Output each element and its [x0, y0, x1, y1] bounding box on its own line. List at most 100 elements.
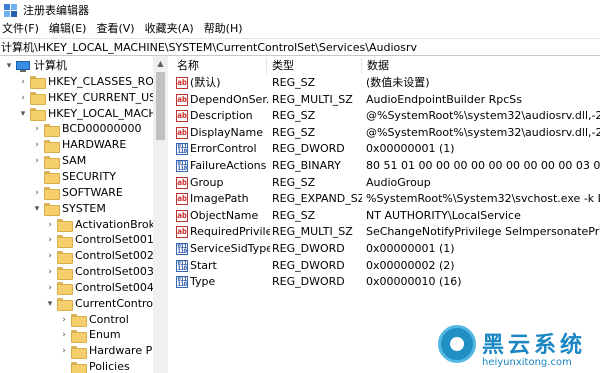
chevron-right-icon[interactable]: › — [32, 153, 42, 169]
watermark-title: 黑云系统 — [482, 333, 587, 358]
chevron-down-icon[interactable]: ▾ — [45, 296, 55, 312]
tree-item-label: HKEY_CLASSES_ROOT — [48, 74, 168, 88]
tree-item[interactable]: › ControlSet001 — [45, 232, 154, 248]
address-path: 计算机\HKEY_LOCAL_MACHINE\SYSTEM\CurrentCon… — [1, 41, 418, 54]
chevron-right-icon[interactable]: › — [59, 343, 69, 359]
value-type: REG_MULTI_SZ — [272, 225, 353, 239]
value-row[interactable]: ab (默认) REG_SZ (数值未设置) — [171, 75, 600, 91]
value-data: @%SystemRoot%\system32\audiosrv.dll,-201 — [366, 109, 600, 123]
tree-item-label: HKEY_CURRENT_USER — [48, 90, 168, 104]
string-value-icon: ab — [176, 176, 188, 189]
tree-item[interactable]: ▾ CurrentControlSet — [45, 296, 167, 312]
value-name: ImagePath — [190, 192, 249, 206]
value-name: Type — [190, 275, 216, 289]
chevron-right-icon[interactable]: › — [45, 232, 55, 248]
column-header-type[interactable]: 类型 — [272, 58, 294, 74]
value-row[interactable]: ab DisplayName REG_SZ @%SystemRoot%\system3… — [171, 125, 600, 141]
tree-item[interactable]: ▾ 计算机 — [4, 58, 67, 74]
value-row[interactable]: 011 110 ServiceSidType REG_DWORD 0x00000001 … — [171, 241, 600, 257]
chevron-right-icon[interactable]: › — [18, 74, 28, 90]
binary-value-icon: 011 110 — [176, 243, 188, 255]
computer-icon — [16, 60, 30, 72]
value-row[interactable]: abRequiredPrivile...REG_MULTI_SZ SeChange… — [171, 224, 600, 240]
column-header-data[interactable]: 数据 — [367, 58, 389, 74]
value-name: Group — [190, 175, 224, 189]
chevron-right-icon[interactable]: › — [32, 137, 42, 153]
folder-icon — [71, 329, 87, 343]
chevron-right-icon[interactable]: › — [45, 248, 55, 264]
value-row[interactable]: 011 110 Type REG_DWORD 0x00000010 (16) — [171, 274, 600, 290]
menu-file[interactable]: 文件(F) — [0, 20, 44, 38]
tree-item[interactable]: ▾ SYSTEM — [32, 201, 106, 217]
chevron-right-icon[interactable]: › — [45, 264, 55, 280]
value-row[interactable]: ab DependOnSer... REG_MULTI_SZ AudioEndpoin… — [171, 92, 600, 108]
menu-edit[interactable]: 编辑(E) — [44, 20, 92, 38]
value-row[interactable]: 011 110 Start REG_DWORD 0x00000002 (2) — [171, 258, 600, 274]
tree-item[interactable]: SECURITY — [32, 169, 116, 185]
tree-item[interactable]: › HKEY_CURRENT_USER — [18, 90, 168, 106]
value-name: ObjectName — [190, 208, 259, 222]
scroll-up-icon[interactable]: ▲ — [153, 56, 168, 71]
tree-item[interactable]: › BCD00000000 — [32, 121, 142, 137]
chevron-down-icon[interactable]: ▾ — [18, 106, 28, 122]
string-value-icon: ab — [176, 110, 188, 123]
value-data: 0x00000001 (1) — [366, 142, 455, 156]
value-type: REG_SZ — [272, 76, 316, 89]
tree-item-label: ControlSet002 — [75, 249, 154, 263]
column-divider[interactable] — [361, 58, 362, 74]
tree-item[interactable]: › Enum — [59, 327, 121, 343]
menu-view[interactable]: 查看(V) — [91, 20, 139, 38]
value-name: Start — [190, 258, 217, 272]
value-row[interactable]: 011 110 FailureActions REG_BINARY 80 51 01 0… — [171, 158, 600, 174]
chevron-right-icon[interactable]: › — [32, 185, 42, 201]
chevron-right-icon[interactable]: › — [18, 90, 28, 106]
tree-item[interactable]: › ControlSet002 — [45, 248, 154, 264]
value-row[interactable]: ab Group REG_SZ AudioGroup — [171, 175, 600, 191]
folder-icon — [57, 266, 73, 280]
chevron-right-icon[interactable]: › — [32, 121, 42, 137]
tree-item[interactable]: › ControlSet003 — [45, 264, 154, 280]
tree-scrollbar[interactable]: ▲ — [153, 56, 168, 373]
tree-item-label: ControlSet004 — [75, 280, 154, 294]
tree-item[interactable]: › Hardware Profil — [59, 343, 167, 359]
chevron-down-icon[interactable]: ▾ — [32, 201, 42, 217]
tree-item[interactable]: › HARDWARE — [32, 137, 126, 153]
address-bar[interactable]: 计算机\HKEY_LOCAL_MACHINE\SYSTEM\CurrentCon… — [0, 38, 600, 56]
folder-icon — [57, 250, 73, 264]
column-divider[interactable] — [266, 58, 267, 74]
value-row[interactable]: 011 110 ErrorControl REG_DWORD 0x00000001 (1… — [171, 141, 600, 157]
tree-item[interactable]: › ControlSet004 — [45, 280, 154, 296]
tree-item[interactable]: › Control — [59, 312, 129, 328]
tree-item[interactable]: › HKEY_CLASSES_ROOT — [18, 74, 168, 90]
tree-item-label: Control — [89, 312, 129, 326]
value-row[interactable]: ab Description REG_SZ @%SystemRoot%\system3… — [171, 108, 600, 124]
chevron-down-icon[interactable]: ▾ — [4, 58, 14, 74]
string-value-icon: ab — [176, 77, 188, 89]
tree-item-label: ControlSet003 — [75, 265, 154, 279]
value-row[interactable]: ab ImagePath REG_EXPAND_SZ %SystemRoot%\Sys… — [171, 191, 600, 207]
value-type: REG_DWORD — [272, 142, 345, 156]
column-header-name[interactable]: 名称 — [177, 58, 199, 74]
menu-favorites[interactable]: 收藏夹(A) — [140, 20, 199, 38]
window-title: 注册表编辑器 — [23, 4, 89, 17]
value-data: 0x00000001 (1) — [366, 242, 455, 255]
chevron-right-icon[interactable]: › — [59, 327, 69, 343]
tree-item[interactable]: ▾ HKEY_LOCAL_MACHINE — [18, 106, 167, 122]
value-row[interactable]: ab ObjectName REG_SZ NT AUTHORITY\LocalServ… — [171, 208, 600, 224]
tree-item[interactable]: › SAM — [32, 153, 86, 169]
chevron-right-icon[interactable]: › — [59, 312, 69, 328]
chevron-right-icon[interactable]: › — [45, 217, 55, 233]
scroll-thumb[interactable] — [156, 72, 165, 140]
folder-icon — [57, 282, 73, 296]
value-data: SeChangeNotifyPrivilege SeImpersonatePri… — [366, 225, 600, 239]
tree-item-label: Enum — [89, 328, 121, 342]
menu-help[interactable]: 帮助(H) — [199, 20, 248, 38]
tree-item[interactable]: Policies — [59, 359, 130, 373]
folder-icon — [57, 234, 73, 248]
tree-item-label: 计算机 — [34, 59, 67, 72]
tree-item[interactable]: › SOFTWARE — [32, 185, 123, 201]
tree-item[interactable]: › ActivationBroker — [45, 217, 166, 233]
value-data: NT AUTHORITY\LocalService — [366, 208, 521, 222]
registry-tree[interactable]: ▾ 计算机 › HKEY_CLASSES_ROOT › HKEY_CURRENT_USER… — [0, 56, 168, 373]
chevron-right-icon[interactable]: › — [45, 280, 55, 296]
